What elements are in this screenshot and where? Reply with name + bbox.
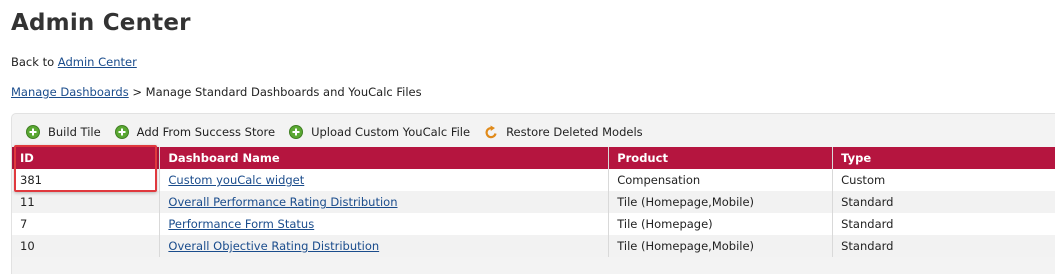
toolbar: Build Tile Add From Success Store Upload… xyxy=(26,124,657,140)
add-from-success-store-label: Add From Success Store xyxy=(136,125,276,139)
column-header-dashboard-name[interactable]: Dashboard Name xyxy=(159,147,610,169)
row-product: Tile (Homepage) xyxy=(608,213,834,235)
build-tile-button[interactable]: Build Tile xyxy=(26,125,101,139)
row-product: Tile (Homepage,Mobile) xyxy=(608,235,834,257)
dashboard-name-link[interactable]: Custom youCalc widget xyxy=(168,173,304,187)
dashboard-name-link[interactable]: Performance Form Status xyxy=(168,217,314,231)
column-header-id[interactable]: ID xyxy=(12,147,161,169)
dashboards-panel: Build Tile Add From Success Store Upload… xyxy=(11,113,1055,274)
row-type: Standard xyxy=(832,235,1055,257)
row-id: 7 xyxy=(12,213,161,235)
manage-dashboards-link[interactable]: Manage Dashboards xyxy=(11,85,129,99)
row-type: Standard xyxy=(832,191,1055,213)
add-circle-icon xyxy=(114,125,129,139)
table-header-row: ID Dashboard Name Product Type xyxy=(12,147,1055,169)
breadcrumb-current: Manage Standard Dashboards and YouCalc F… xyxy=(145,85,422,99)
table-row: 381 Custom youCalc widget Compensation C… xyxy=(12,169,1055,191)
dashboard-name-link[interactable]: Overall Performance Rating Distribution xyxy=(168,195,397,209)
table-row: 7 Performance Form Status Tile (Homepage… xyxy=(12,213,1055,235)
row-type: Standard xyxy=(832,213,1055,235)
column-header-type[interactable]: Type xyxy=(832,147,1055,169)
page-title: Admin Center xyxy=(11,10,191,36)
row-product: Compensation xyxy=(608,169,834,191)
restore-arrow-icon xyxy=(484,125,498,139)
dashboard-name-link[interactable]: Overall Objective Rating Distribution xyxy=(168,239,379,253)
breadcrumb-separator: > xyxy=(132,85,143,99)
restore-deleted-models-label: Restore Deleted Models xyxy=(506,125,643,139)
restore-deleted-models-button[interactable]: Restore Deleted Models xyxy=(484,125,643,139)
row-id: 10 xyxy=(12,235,161,257)
column-header-product[interactable]: Product xyxy=(608,147,834,169)
dashboards-table: ID Dashboard Name Product Type 381 Custo… xyxy=(12,147,1055,257)
add-circle-icon xyxy=(26,125,40,139)
upload-custom-youcalc-label: Upload Custom YouCalc File xyxy=(311,125,471,139)
row-type: Custom xyxy=(832,169,1055,191)
back-line: Back to Admin Center xyxy=(11,55,137,69)
add-circle-icon xyxy=(289,125,304,139)
upload-custom-youcalc-button[interactable]: Upload Custom YouCalc File xyxy=(289,125,470,139)
admin-center-link[interactable]: Admin Center xyxy=(58,55,137,69)
table-row: 11 Overall Performance Rating Distributi… xyxy=(12,191,1055,213)
breadcrumb: Manage Dashboards > Manage Standard Dash… xyxy=(11,85,422,99)
row-id: 11 xyxy=(12,191,161,213)
add-from-success-store-button[interactable]: Add From Success Store xyxy=(114,125,276,139)
back-prefix: Back to xyxy=(11,55,55,69)
row-product: Tile (Homepage,Mobile) xyxy=(608,191,834,213)
table-row: 10 Overall Objective Rating Distribution… xyxy=(12,235,1055,257)
build-tile-label: Build Tile xyxy=(48,125,101,139)
row-id: 381 xyxy=(12,169,161,191)
